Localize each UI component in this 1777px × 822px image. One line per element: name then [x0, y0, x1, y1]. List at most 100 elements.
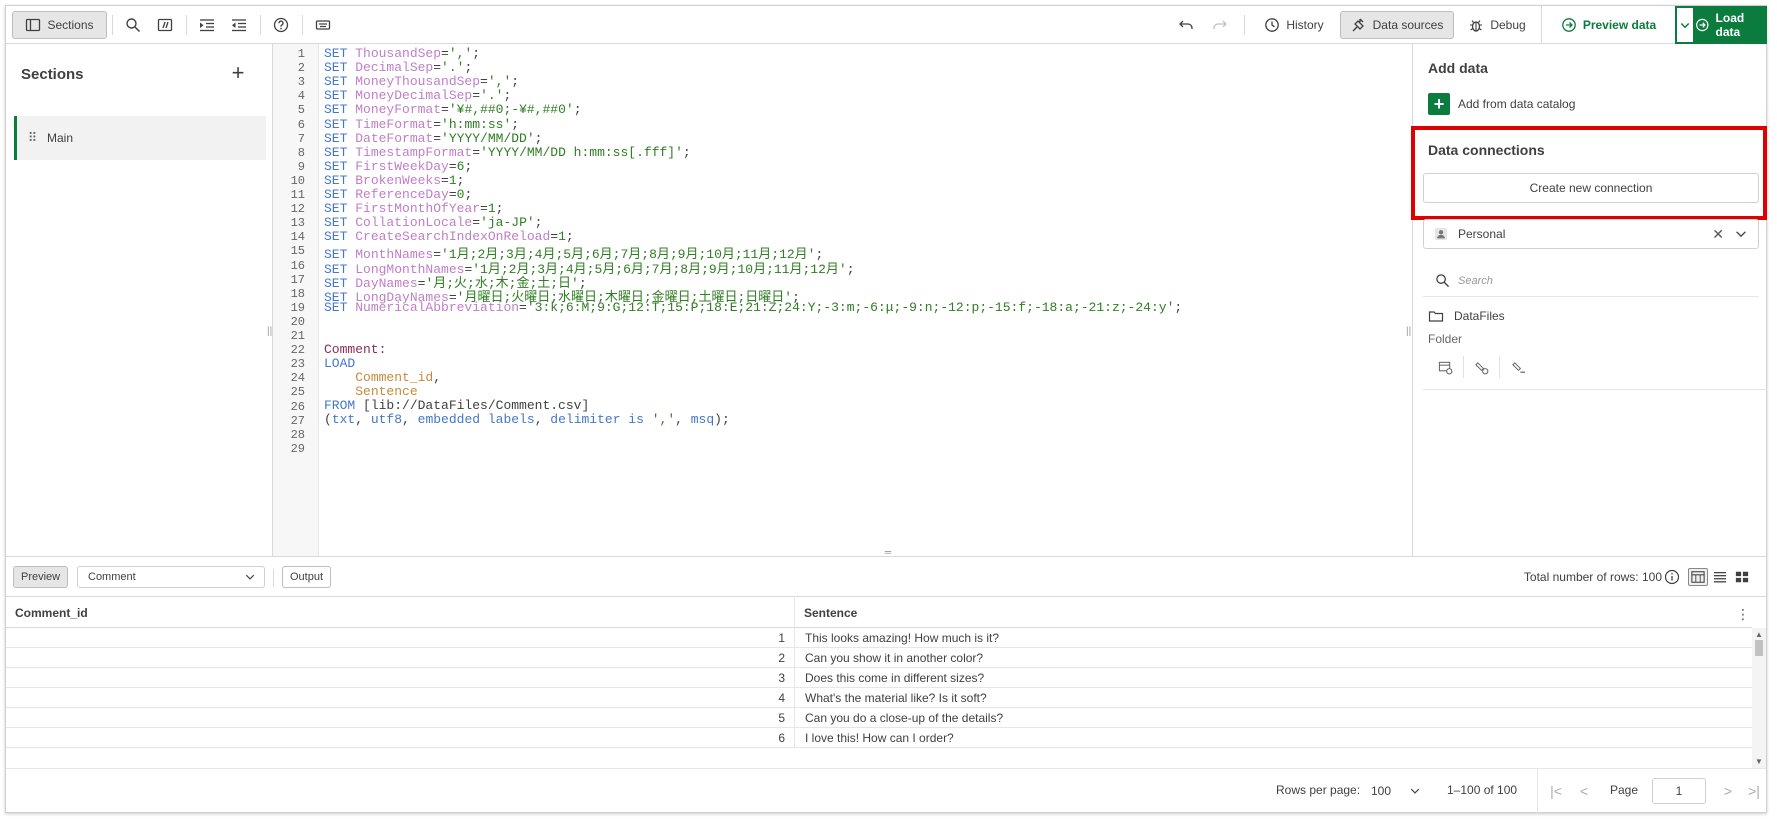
scroll-down-icon[interactable]: ▼: [1755, 757, 1763, 766]
debug-button[interactable]: Debug: [1459, 11, 1535, 39]
code-line-1[interactable]: SET ThousandSep=',';: [324, 46, 480, 61]
table-row[interactable]: 2 Can you show it in another color?: [6, 648, 1752, 668]
code-line-5[interactable]: SET MoneyFormat='¥#,##0;-¥#,##0';: [324, 102, 582, 117]
table-row[interactable]: 1 This looks amazing! How much is it?: [6, 628, 1752, 648]
history-button[interactable]: History: [1254, 11, 1334, 39]
add-section-button[interactable]: +: [226, 62, 250, 86]
line-number: 25: [290, 385, 305, 400]
code-line-11[interactable]: SET ReferenceDay=0;: [324, 187, 472, 202]
cell-sentence: Can you show it in another color?: [805, 651, 984, 665]
last-page-button[interactable]: >|: [1744, 781, 1764, 801]
data-connections-heading: Data connections: [1428, 142, 1545, 158]
previous-page-button[interactable]: <: [1574, 781, 1594, 801]
data-sources-button[interactable]: Data sources: [1340, 11, 1454, 39]
sections-toggle-label: Sections: [47, 18, 94, 32]
column-header-comment-id[interactable]: Comment_id: [6, 598, 795, 628]
connection-actions: [1428, 356, 1536, 378]
code-line-25[interactable]: Sentence: [324, 384, 417, 399]
table-view-button[interactable]: [1688, 568, 1708, 586]
outdent-button[interactable]: [225, 11, 253, 39]
preview-tab-button[interactable]: Preview: [13, 566, 69, 588]
redo-button[interactable]: [1206, 11, 1234, 39]
code-line-9[interactable]: SET FirstWeekDay=6;: [324, 159, 472, 174]
code-line-23[interactable]: LOAD: [324, 356, 355, 371]
code-line-22[interactable]: Comment:: [324, 342, 386, 357]
code-line-24[interactable]: Comment_id,: [324, 370, 441, 385]
column-header-sentence[interactable]: Sentence: [795, 598, 1752, 628]
table-select-value: Comment: [88, 571, 136, 583]
table-row[interactable]: 5 Can you do a close-up of the details?: [6, 708, 1752, 728]
preview-table: Comment_id Sentence ⋮ 1 This looks amazin…: [6, 598, 1766, 768]
chevron-left-icon: <: [1579, 783, 1589, 799]
cell-comment-id: 5: [6, 708, 795, 728]
table-row[interactable]: 4 What's the material like? Is it soft?: [6, 688, 1752, 708]
code-line-4[interactable]: SET MoneyDecimalSep='.';: [324, 88, 511, 103]
table-header: Comment_id Sentence ⋮: [6, 598, 1752, 628]
table-row[interactable]: 6 I love this! How can I order?: [6, 728, 1752, 748]
data-load-editor: Sections History Data sources Debug Prev…: [5, 5, 1767, 813]
output-tab-button[interactable]: Output: [282, 566, 332, 588]
edit-connection-button[interactable]: [1464, 356, 1500, 378]
code-line-12[interactable]: SET FirstMonthOfYear=1;: [324, 201, 503, 216]
scroll-up-icon[interactable]: ▲: [1755, 630, 1763, 639]
code-line-6[interactable]: SET TimeFormat='h:mm:ss';: [324, 117, 519, 132]
clear-icon[interactable]: ✕: [1712, 226, 1724, 243]
code-line-14[interactable]: SET CreateSearchIndexOnReload=1;: [324, 229, 574, 244]
code-line-3[interactable]: SET MoneyThousandSep=',';: [324, 74, 519, 89]
code-line-10[interactable]: SET BrokenWeeks=1;: [324, 173, 464, 188]
connection-search[interactable]: Search: [1423, 265, 1759, 297]
space-select[interactable]: Personal ✕: [1423, 219, 1759, 249]
load-data-button[interactable]: Load data: [1695, 6, 1767, 44]
chevron-down-icon[interactable]: [1734, 227, 1748, 241]
code-line-8[interactable]: SET TimestampFormat='YYYY/MM/DD h:mm:ss[…: [324, 145, 691, 160]
vertical-scrollbar[interactable]: ▲ ▼: [1752, 628, 1766, 768]
create-new-connection-button[interactable]: Create new connection: [1423, 173, 1759, 203]
code-line-7[interactable]: SET DateFormat='YYYY/MM/DD';: [324, 131, 542, 146]
select-data-button[interactable]: [1428, 356, 1464, 378]
info-icon[interactable]: [1664, 569, 1680, 585]
sections-toggle-button[interactable]: Sections: [12, 11, 107, 39]
search-placeholder: Search: [1458, 274, 1493, 287]
rows-per-page-select[interactable]: 100: [1371, 778, 1421, 804]
table-select[interactable]: Comment: [77, 566, 265, 588]
line-number: 15: [290, 244, 305, 259]
indent-button[interactable]: [193, 11, 221, 39]
debug-label: Debug: [1490, 18, 1526, 32]
line-number: 24: [290, 371, 305, 386]
toolbar-divider: [302, 15, 303, 35]
first-page-button[interactable]: |<: [1546, 781, 1566, 801]
add-from-catalog-button[interactable]: + Add from data catalog: [1428, 92, 1575, 116]
load-icon: [1696, 18, 1709, 32]
chevron-down-icon: [1410, 788, 1420, 794]
preview-data-button[interactable]: Preview data: [1541, 6, 1675, 44]
code-line-19[interactable]: SET NumericalAbbreviation='3:k;6:M;9:G;1…: [324, 300, 1182, 315]
connection-item-datafiles[interactable]: DataFiles: [1428, 308, 1505, 324]
drag-handle-icon[interactable]: ⠿: [17, 130, 47, 146]
help-button[interactable]: [267, 11, 295, 39]
list-view-button[interactable]: [1710, 568, 1730, 586]
preview-options-dropdown[interactable]: [1675, 6, 1695, 44]
comment-toggle-button[interactable]: [151, 11, 179, 39]
more-options-icon[interactable]: ⋮: [1736, 606, 1750, 623]
code-line-26[interactable]: FROM [lib://DataFiles/Comment.csv]: [324, 398, 589, 413]
script-editor[interactable]: 1 2 3 4 5 6 7 8 9 10 11 12 13 14 15 16 17 18 19 20 21 22 23 24 2…: [273, 44, 1412, 556]
add-data-heading: Add data: [1428, 60, 1488, 76]
search-button[interactable]: [119, 11, 147, 39]
table-row[interactable]: 3 Does this come in different sizes?: [6, 668, 1752, 688]
cell-sentence: Can you do a close-up of the details?: [805, 711, 1004, 725]
folder-icon: [1428, 311, 1444, 322]
line-number: 16: [290, 258, 305, 273]
scrollbar-thumb[interactable]: [1755, 640, 1763, 656]
grid-view-button[interactable]: [1732, 568, 1752, 586]
code-line-13[interactable]: SET CollationLocale='ja-JP';: [324, 215, 542, 230]
cell-sentence: This looks amazing! How much is it?: [805, 631, 1000, 645]
line-number: 8: [297, 145, 305, 160]
delete-connection-button[interactable]: [1500, 356, 1536, 378]
page-number-input[interactable]: 1: [1652, 778, 1706, 804]
code-line-27[interactable]: (txt, utf8, embedded labels, delimiter i…: [324, 412, 730, 427]
code-line-2[interactable]: SET DecimalSep='.';: [324, 60, 472, 75]
keyboard-shortcuts-button[interactable]: [309, 11, 337, 39]
section-item-main[interactable]: ⠿ Main: [14, 116, 266, 160]
undo-button[interactable]: [1172, 11, 1200, 39]
next-page-button[interactable]: >: [1718, 781, 1738, 801]
